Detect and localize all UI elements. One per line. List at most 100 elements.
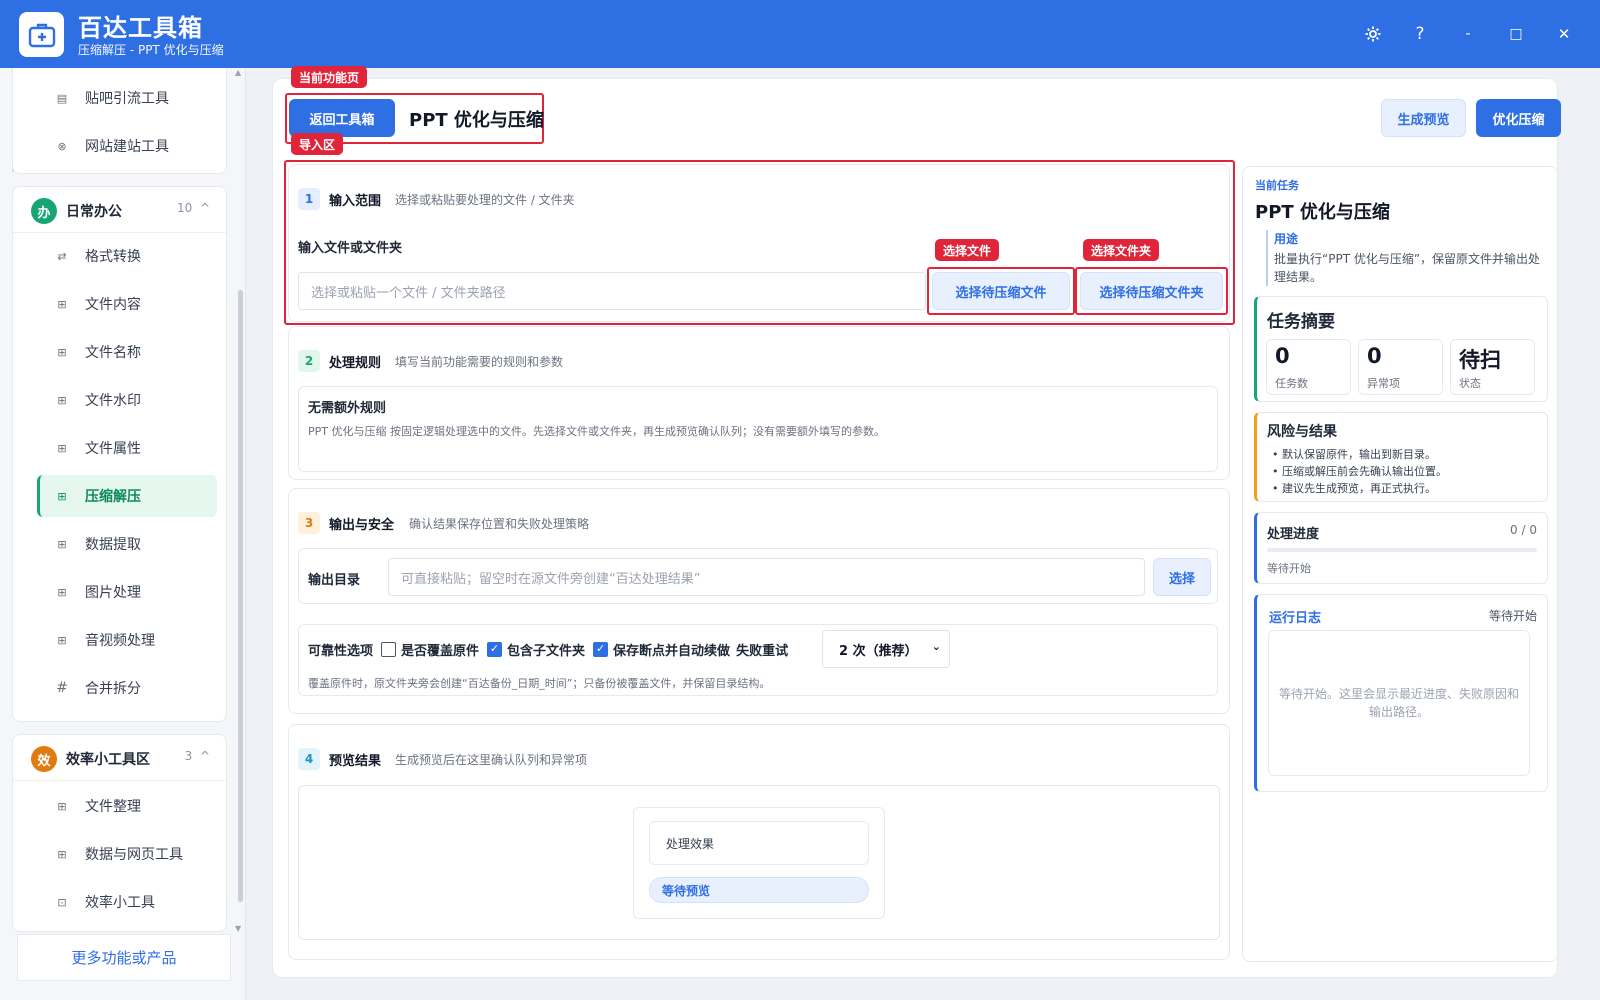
output-dir-field[interactable]: 可直接粘贴；留空时在源文件旁创建“百达处理结果” (388, 558, 1145, 596)
log-output: 等待开始。这里会显示最近进度、失败原因和输出路径。 (1268, 630, 1530, 776)
sidebar-item-label: 贴吧引流工具 (85, 91, 169, 107)
toolbox-logo-icon (19, 12, 64, 57)
select-folder-button[interactable]: 选择待压缩文件夹 (1080, 272, 1223, 310)
sidebar-scrollbar[interactable] (238, 290, 243, 902)
select-file-button[interactable]: 选择待压缩文件 (932, 272, 1070, 310)
stat-value: 0 (1275, 344, 1290, 368)
annotation-current-page: 当前功能页 (291, 66, 368, 88)
sidebar-item-tieba[interactable]: ▤ 贴吧引流工具 (37, 77, 217, 119)
sidebar-item-efficiency-tools[interactable]: ⊡ 效率小工具 (37, 881, 217, 923)
usage-label: 用途 (1274, 232, 1299, 246)
group-count-value: 10 (177, 201, 193, 215)
app-title: 百达工具箱 (78, 14, 203, 42)
backup-note: 覆盖原件时，原文件夹旁会创建“百达备份_日期_时间”；只备份被覆盖文件，并保留目… (308, 677, 771, 690)
subfolders-checkbox[interactable]: ✓ (487, 642, 503, 657)
group-header-efficiency[interactable]: 效 效率小工具区 3 ^ (13, 735, 226, 781)
sidebar-item-web-data[interactable]: ⊞ 数据与网页工具 (37, 833, 217, 875)
sidebar-item-label: 效率小工具 (85, 895, 155, 911)
sidebar-item-av[interactable]: ⊞ 音视频处理 (37, 619, 217, 661)
sidebar-item-label: 文件属性 (85, 441, 141, 457)
retry-select[interactable]: 2 次（推荐） ⌄ (822, 630, 950, 668)
generate-preview-button[interactable]: 生成预览 (1381, 99, 1466, 137)
help-button[interactable]: ? (1406, 20, 1434, 48)
group-count: 10 ^ (177, 201, 210, 215)
annotation-import-area: 导入区 (291, 133, 344, 155)
grid-icon: ⊞ (57, 297, 67, 311)
section-title: 输出与安全 (329, 518, 395, 533)
scroll-up-icon[interactable]: ▲ (235, 68, 241, 77)
risk-item: • 压缩或解压前会先确认输出位置。 (1272, 465, 1447, 478)
minimize-button[interactable]: - (1454, 20, 1482, 48)
sidebar-item-website[interactable]: ⊗ 网站建站工具 (37, 125, 217, 167)
input-path-field[interactable]: 选择或粘贴一个文件 / 文件夹路径 (298, 272, 926, 310)
subfolders-label: 包含子文件夹 (507, 644, 586, 659)
reliability-box: 可靠性选项 是否覆盖原件 ✓ 包含子文件夹 ✓ 保存断点并自动续做 失败重试 覆… (298, 624, 1218, 696)
risk-item: • 建议先生成预览，再正式执行。 (1272, 482, 1436, 495)
annotation-select-folder: 选择文件夹 (1083, 239, 1160, 261)
maximize-button[interactable]: □ (1502, 20, 1530, 48)
stat-label: 状态 (1459, 377, 1481, 390)
sidebar-item-content[interactable]: ⊞ 文件内容 (37, 283, 217, 325)
sidebar-item-compress[interactable]: ⊞ 压缩解压 (37, 475, 217, 517)
sidebar-item-label: 文件内容 (85, 297, 141, 313)
log-title: 运行日志 (1269, 611, 1322, 626)
risk-title: 风险与结果 (1267, 424, 1337, 440)
resume-checkbox[interactable]: ✓ (593, 642, 609, 657)
sidebar-item-organize[interactable]: ⊞ 文件整理 (37, 785, 217, 827)
grid-icon: ⊞ (57, 345, 67, 359)
rules-box: 无需额外规则 PPT 优化与压缩 按固定逻辑处理选中的文件。先选择文件或文件夹，… (298, 386, 1218, 472)
stat-label: 任务数 (1275, 377, 1308, 390)
sidebar-item-label: 文件名称 (85, 345, 141, 361)
doc-icon: ▤ (56, 91, 68, 105)
group-count-value: 3 (184, 749, 193, 763)
app-subtitle: 压缩解压 - PPT 优化与压缩 (78, 43, 224, 57)
sidebar-item-label: 压缩解压 (85, 489, 141, 505)
sidebar-item-filename[interactable]: ⊞ 文件名称 (37, 331, 217, 373)
section-description: 填写当前功能需要的规则和参数 (395, 355, 564, 369)
section-description: 确认结果保存位置和失败处理策略 (409, 517, 590, 531)
section-description: 生成预览后在这里确认队列和异常项 (395, 753, 588, 767)
group-count: 3 ^ (185, 749, 210, 763)
swap-icon: ⇄ (57, 249, 67, 263)
stat-value: 0 (1367, 344, 1382, 368)
output-dir-label: 输出目录 (308, 573, 361, 588)
page-title: PPT 优化与压缩 (409, 110, 544, 131)
risk-item-text: 压缩或解压前会先确认输出位置。 (1282, 465, 1447, 478)
sidebar-item-merge[interactable]: # 合并拆分 (37, 667, 217, 709)
progress-bar (1267, 548, 1537, 552)
sidebar-item-watermark[interactable]: ⊞ 文件水印 (37, 379, 217, 421)
grid-icon: ⊞ (57, 799, 67, 813)
grid-icon: ⊞ (57, 489, 67, 503)
back-to-toolbox-button[interactable]: 返回工具箱 (289, 99, 395, 137)
close-button[interactable]: ✕ (1550, 20, 1578, 48)
optimize-compress-button[interactable]: 优化压缩 (1476, 99, 1561, 137)
sidebar-item-extract[interactable]: ⊞ 数据提取 (37, 523, 217, 565)
choose-output-button[interactable]: 选择 (1153, 558, 1211, 596)
sidebar-item-format[interactable]: ⇄ 格式转换 (37, 235, 217, 277)
reliability-label: 可靠性选项 (308, 644, 374, 659)
stat-value: 待扫 (1459, 348, 1501, 372)
sidebar-item-label: 音视频处理 (85, 633, 155, 649)
preview-status-pill: 等待预览 (649, 877, 869, 903)
annotation-select-file: 选择文件 (935, 239, 1000, 261)
more-products-button[interactable]: 更多功能或产品 (17, 934, 231, 981)
sidebar-item-attributes[interactable]: ⊞ 文件属性 (37, 427, 217, 469)
section-number: 2 (298, 350, 320, 372)
progress-count: 0 / 0 (1510, 523, 1537, 537)
box-icon: ⊡ (57, 895, 67, 909)
retry-label: 失败重试 (736, 644, 789, 659)
sidebar-item-image[interactable]: ⊞ 图片处理 (37, 571, 217, 613)
scroll-down-icon[interactable]: ▼ (235, 924, 241, 933)
current-task-eyebrow: 当前任务 (1255, 179, 1299, 192)
sidebar-item-label: 数据提取 (85, 537, 141, 553)
group-header-office[interactable]: 办 日常办公 10 ^ (13, 187, 226, 233)
grid-icon: ⊞ (57, 585, 67, 599)
stat-error-count: 0 异常项 (1358, 339, 1443, 395)
section-title: 处理规则 (329, 356, 382, 371)
grid-icon: ⊞ (57, 393, 67, 407)
settings-gear-icon[interactable] (1359, 20, 1387, 48)
sidebar-item-label: 文件水印 (85, 393, 141, 409)
overwrite-checkbox[interactable] (381, 642, 397, 657)
group-title: 日常办公 (66, 204, 122, 220)
section-title: 预览结果 (329, 754, 382, 769)
